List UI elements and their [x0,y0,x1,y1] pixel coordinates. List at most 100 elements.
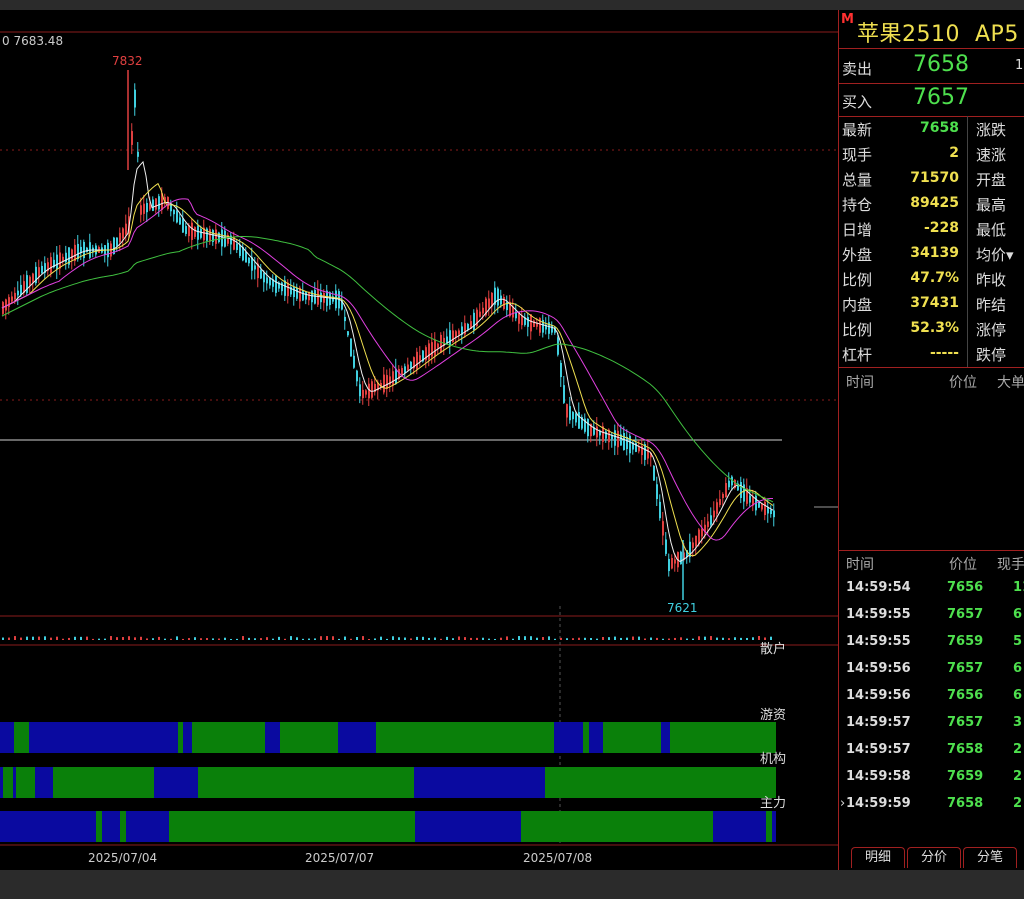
candle-body [653,466,655,481]
volume-bar [692,638,694,640]
candle-body [770,509,772,515]
cursor-arrow-icon: › [840,796,846,811]
tick-time: 14:59:58 [846,769,911,784]
candle-body [530,314,532,332]
tab-detail[interactable]: 明细 [851,847,905,868]
volume-bar [272,638,274,640]
candle-body [116,237,118,246]
tick-price: 7657 [947,607,984,622]
volume-bar [422,636,424,640]
date-label-0707: 2025/07/07 [305,851,374,865]
instrument-name[interactable]: 苹果2510 AP5 [857,16,1019,48]
tick-row[interactable]: 14:59:57 7657 3 [839,711,1024,738]
quote-row-value: 2 [949,145,959,161]
candle-body [215,229,217,244]
band-segment-youzi [265,722,280,753]
volume-bar [80,636,82,640]
volume-bar [326,636,328,640]
band-segment-jigou [16,767,35,798]
tick-volume: 11 [1013,580,1024,595]
quote-row: 总量 71570 开盘 [839,166,1024,191]
volume-bar [740,637,742,640]
candle-body [521,315,523,326]
volume-bar [470,637,472,640]
volume-bar [452,638,454,640]
indicator-label-zhuli: 主力 [760,796,786,811]
tick-row[interactable]: 14:59:54 7656 11 [839,576,1024,603]
volume-bar [218,638,220,640]
buy-price: 7657 [913,85,969,110]
candlestick-chart[interactable]: 0 7683.48 7832 7621 散户 游资 机构 主力 2025/07/… [0,10,838,870]
candle-body [365,390,367,395]
candle-body [137,151,139,157]
volume-bar [506,636,508,640]
quote-row-value: 47.7% [910,270,959,286]
volume-bar [116,637,118,640]
candle-body [8,297,10,307]
volume-bar [212,638,214,640]
candle-body [569,406,571,421]
tick-price: 7658 [947,742,984,757]
ticks-vol-header: 现手 [997,557,1024,573]
tick-row[interactable]: 14:59:56 7657 6 [839,657,1024,684]
candle-body [197,225,199,240]
volume-bar [254,638,256,640]
ticks-time-header: 时间 [846,557,874,573]
market-badge: M [841,12,854,27]
volume-bar [260,638,262,640]
tick-volume: 5 [1013,634,1023,649]
quote-row-label: 现手 [842,146,873,164]
volume-bar [44,636,46,640]
candle-body [194,227,196,237]
candle-body [578,412,580,429]
candle-body [41,265,43,274]
volume-bar [716,637,718,640]
candle-body [20,284,22,296]
band-segment-jigou [0,767,3,798]
candle-body [728,480,730,488]
tick-price: 7657 [947,715,984,730]
tick-row[interactable]: 14:59:55 7659 5 [839,630,1024,657]
tick-row[interactable]: 14:59:55 7657 6 [839,603,1024,630]
candle-body [86,247,88,253]
band-segment-youzi [14,722,29,753]
volume-bar [374,638,376,640]
tick-price: 7657 [947,661,984,676]
volume-bar [200,638,202,640]
tick-row[interactable]: 14:59:56 7656 6 [839,684,1024,711]
tick-row[interactable]: 14:59:58 7659 2 [839,765,1024,792]
candle-body [350,338,352,357]
tab-trade-split[interactable]: 分笔 [963,847,1017,868]
tick-row[interactable]: 14:59:57 7658 2 [839,738,1024,765]
candle-body [266,277,268,284]
volume-bar [752,637,754,640]
candle-body [773,510,775,518]
volume-bar [518,636,520,640]
volume-bar [32,636,34,640]
ma5-line [1,160,774,563]
candle-body [368,383,370,399]
tick-price: 7656 [947,688,984,703]
volume-bar [50,637,52,640]
volume-bar [548,636,550,640]
volume-bar [56,636,58,640]
tick-row[interactable]: › 14:59:59 7658 2 [839,792,1024,819]
quote-row-value: ----- [929,345,959,361]
volume-bar [230,638,232,640]
candle-body [275,275,277,293]
quote-row-label: 日增 [842,221,873,239]
volume-bar [728,638,730,640]
volume-bar [530,636,532,640]
candle-body [719,499,721,505]
bigorder-big-header: 大单 [997,375,1024,391]
candle-body [557,337,559,355]
volume-bar [746,637,748,640]
bigorder-price-header: 价位 [949,375,977,391]
candle-body [371,381,373,398]
tab-price-split[interactable]: 分价 [907,847,961,868]
volume-bar [368,638,370,640]
ma60-line [1,236,774,503]
candle-body [764,501,766,516]
tick-volume: 6 [1013,661,1023,676]
band-segment-zhuli [96,811,102,842]
